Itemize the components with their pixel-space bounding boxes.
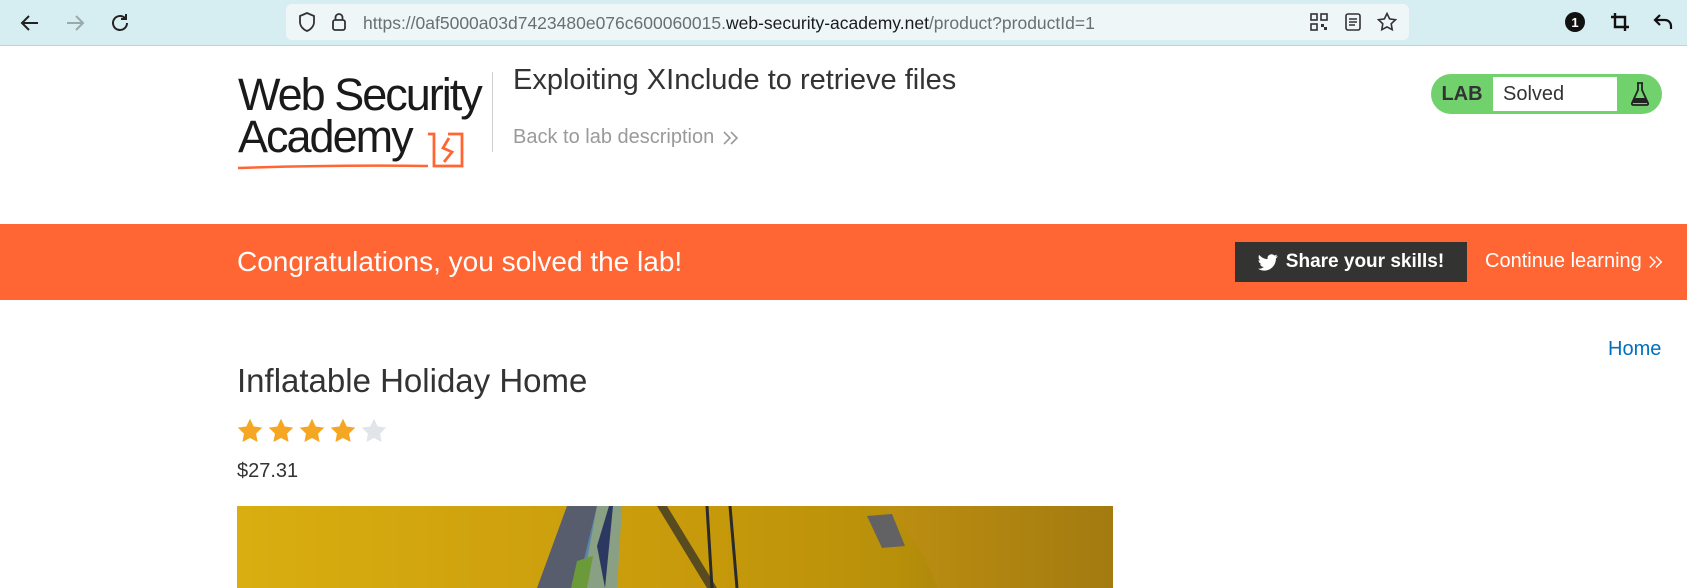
double-chevron-right-icon bbox=[723, 130, 739, 145]
reload-icon[interactable] bbox=[105, 8, 135, 38]
logo-flame-icon bbox=[238, 132, 464, 170]
home-link[interactable]: Home bbox=[1608, 338, 1661, 361]
shield-icon[interactable] bbox=[294, 9, 320, 35]
address-bar[interactable]: https://0af5000a03d7423480e076c600060015… bbox=[286, 4, 1409, 40]
continue-learning-link[interactable]: Continue learning bbox=[1485, 250, 1664, 273]
lab-label: LAB bbox=[1441, 82, 1483, 105]
filled-star-icon bbox=[268, 418, 294, 442]
extension-badge-icon[interactable]: 1 bbox=[1562, 9, 1588, 35]
back-to-lab-description-link[interactable]: Back to lab description bbox=[513, 126, 740, 149]
product-rating bbox=[236, 417, 388, 445]
filled-star-icon bbox=[237, 418, 263, 442]
back-link-label: Back to lab description bbox=[513, 126, 715, 148]
empty-star-icon bbox=[361, 418, 387, 442]
url-text[interactable]: https://0af5000a03d7423480e076c600060015… bbox=[363, 13, 1095, 34]
share-label: Share your skills! bbox=[1285, 251, 1445, 272]
browser-toolbar: https://0af5000a03d7423480e076c600060015… bbox=[0, 0, 1687, 46]
filled-star-icon bbox=[299, 418, 325, 442]
crop-icon[interactable] bbox=[1607, 9, 1633, 35]
solved-banner: Congratulations, you solved the lab! Sha… bbox=[0, 224, 1687, 300]
continue-label: Continue learning bbox=[1485, 250, 1642, 272]
double-chevron-right-icon bbox=[1649, 255, 1663, 268]
lab-status-value: Solved bbox=[1493, 77, 1617, 111]
forward-arrow-icon[interactable] bbox=[60, 8, 90, 38]
header-divider bbox=[492, 72, 493, 152]
back-arrow-icon[interactable] bbox=[15, 8, 45, 38]
twitter-icon bbox=[1257, 253, 1278, 271]
web-security-academy-logo[interactable]: Web Security Academy bbox=[238, 72, 488, 170]
product-price: $27.31 bbox=[237, 460, 299, 482]
product-title: Inflatable Holiday Home bbox=[237, 362, 588, 399]
lab-status-widget: LAB Solved bbox=[1431, 74, 1662, 114]
flask-icon bbox=[1617, 74, 1662, 114]
product-image bbox=[237, 506, 1113, 588]
undo-arrow-icon[interactable] bbox=[1650, 9, 1676, 35]
reader-view-icon[interactable] bbox=[1340, 9, 1366, 35]
share-skills-button[interactable]: Share your skills! bbox=[1235, 242, 1467, 282]
lab-title: Exploiting XInclude to retrieve files bbox=[513, 64, 957, 96]
qr-code-icon[interactable] bbox=[1306, 9, 1332, 35]
bookmark-star-icon[interactable] bbox=[1374, 9, 1400, 35]
congratulations-message: Congratulations, you solved the lab! bbox=[237, 246, 683, 277]
filled-star-icon bbox=[330, 418, 356, 442]
lock-icon[interactable] bbox=[326, 9, 352, 35]
